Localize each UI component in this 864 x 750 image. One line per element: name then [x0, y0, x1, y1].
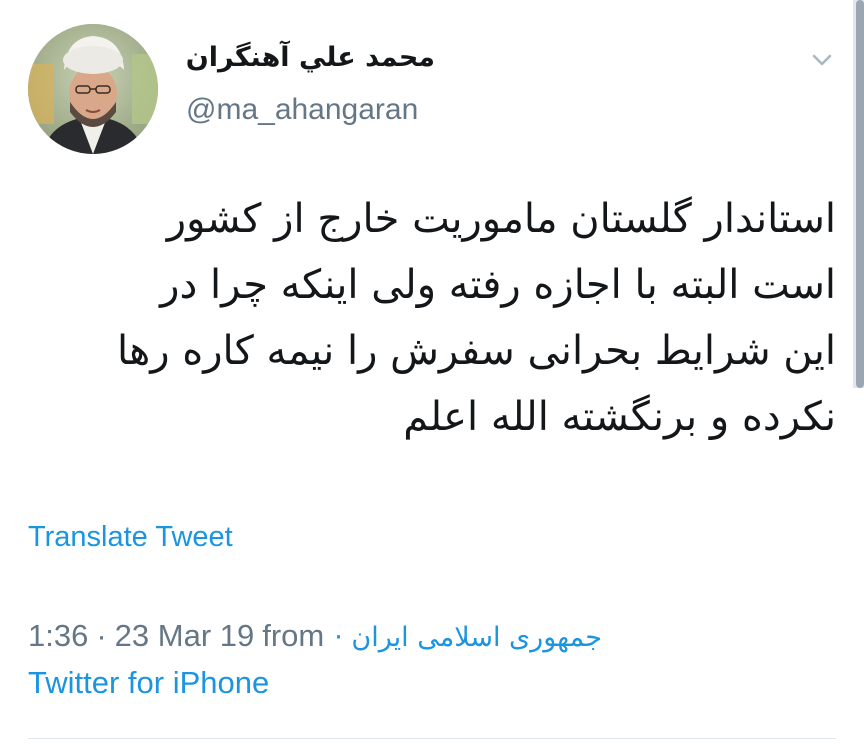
tweet-time[interactable]: 1:36	[28, 618, 88, 654]
tweet-card: محمد علي آهنگران @ma_ahangaran استاندار …	[0, 0, 864, 750]
user-handle[interactable]: @ma_ahangaran	[186, 93, 418, 127]
translate-tweet-link[interactable]: Translate Tweet	[28, 521, 233, 554]
avatar-photo	[28, 24, 158, 154]
tweet-date[interactable]: 23 Mar 19	[115, 618, 255, 654]
tweet-text-line: استاندار گلستان ماموریت خارج از کشور	[166, 196, 836, 242]
from-label: from	[262, 618, 325, 653]
tweet-text-line: این شرایط بحرانی سفرش را نیمه کاره رها	[116, 328, 836, 374]
tweet-text: استاندار گلستان ماموریت خارج از کشور است…	[40, 186, 836, 450]
avatar[interactable]	[28, 24, 158, 154]
scrollbar[interactable]	[853, 0, 864, 388]
separator: ·	[96, 618, 107, 653]
scrollbar-thumb[interactable]	[856, 0, 864, 388]
source-app-link[interactable]: Twitter for iPhone	[28, 665, 269, 701]
tweet-metadata: 1:36 · 23 Mar 19 from جمهوری اسلامی ایرا…	[28, 618, 602, 654]
tweet-text-line: نکرده و برنگشته الله اعلم	[403, 394, 836, 440]
location-link[interactable]: جمهوری اسلامی ایران ·	[334, 622, 602, 653]
divider	[28, 738, 836, 739]
tweet-text-line: است البته با اجازه رفته ولی اینکه چرا در	[160, 262, 836, 308]
chevron-down-icon[interactable]	[806, 44, 838, 76]
display-name[interactable]: محمد علي آهنگران	[185, 42, 435, 73]
